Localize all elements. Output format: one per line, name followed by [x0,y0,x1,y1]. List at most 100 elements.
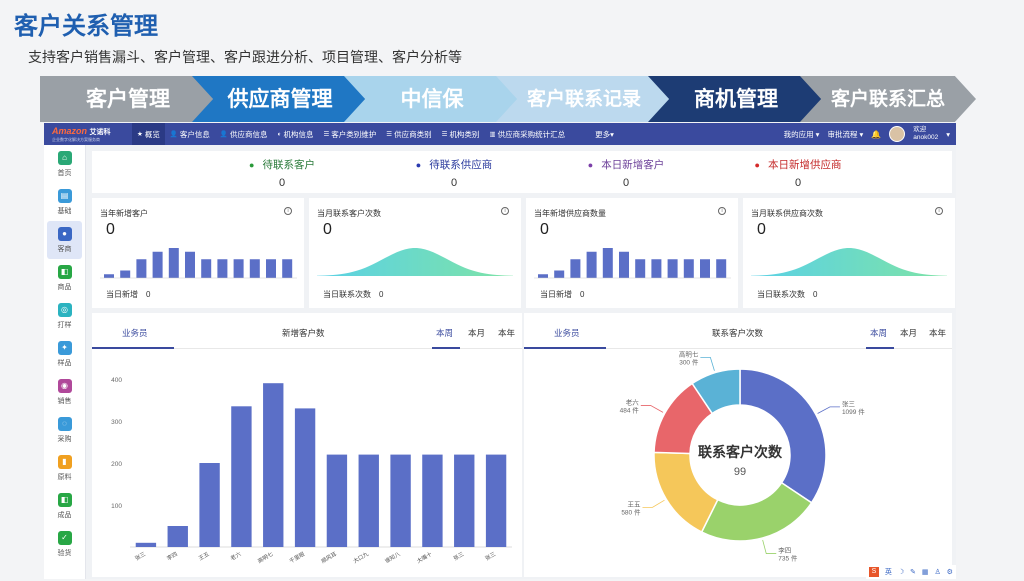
mini-bar [554,270,565,278]
nav-item-label: 更多 [595,129,611,139]
x-tick-label: 老六 [229,550,243,563]
avatar[interactable] [889,126,906,142]
tray-tool-icon[interactable]: ☽ [898,568,904,576]
bar[interactable] [390,454,411,547]
nav-right: 我的应用 ▾ 审批流程 ▾ 🔔 欢迎 anok002 ▾ [784,123,950,145]
pie-slice[interactable] [653,451,719,534]
chevron-down-icon: ▾ [610,129,614,139]
bar[interactable] [485,454,507,547]
nav-icon: ◐ [277,130,282,138]
nav-item[interactable]: ☰ 机构类别 [437,123,485,145]
sidebar-icon: ▤ [57,188,72,203]
sidebar-item[interactable]: ◌ 采购 [47,411,82,449]
bar[interactable] [199,463,220,547]
welcome-label: 欢迎 [913,126,927,133]
approval-menu[interactable]: 审批流程 ▾ [827,129,863,140]
summary-label[interactable]: 待联系客户 [262,159,315,171]
x-tick-label: 张三 [452,550,466,563]
status-dot-icon: ● [587,160,594,170]
nav-item[interactable]: ☰ 供应商类别 [381,123,436,145]
nav-icon: 👤 [169,131,178,138]
bar[interactable] [294,408,316,547]
sidebar-item[interactable]: ✓ 验货 [47,525,82,563]
banner-step: 客户联系汇总 [800,76,976,122]
sidebar-item[interactable]: ◉ 销售 [47,373,82,411]
sidebar-item[interactable]: ◎ 打样 [47,297,82,335]
summary-value: 0 [278,177,286,189]
y-tick-label: 200 [111,461,122,468]
summary-item: ● 待联系供应商 0 [374,157,534,189]
summary-label[interactable]: 待联系供应商 [429,159,492,171]
nav-item[interactable]: 👤 供应商信息 [215,123,273,145]
slice-value-label: 735 件 [778,554,798,563]
slice-value-label: 484 件 [620,406,640,415]
mini-area [751,248,947,276]
slice-value-label: 580 件 [621,507,641,516]
mini-bar [635,259,646,278]
sidebar-item[interactable]: ◧ 成品 [47,487,82,525]
nav-item[interactable]: ☰ 客户类别维护 [318,123,381,145]
bar[interactable] [167,526,188,547]
sidebar-item[interactable]: ▤ 基础 [47,183,82,221]
bar[interactable] [358,454,379,547]
nav-icon: ☰ [323,131,330,138]
bar[interactable] [135,542,157,547]
tray-tool-icon[interactable]: ♙ [934,568,940,576]
slice-name-label: 老六 [626,398,640,407]
sidebar-item-label: 打样 [57,321,72,329]
summary-item: ● 本日新增客户 0 [546,157,706,189]
sidebar-item[interactable]: ▮ 原料 [47,449,82,487]
tray-tool-icon[interactable]: ✎ [910,568,916,576]
nav-item[interactable]: ★ 概览 [132,123,165,145]
nav-item[interactable]: 👤 客户信息 [165,123,215,145]
summary-label[interactable]: 本日新增供应商 [768,159,842,171]
nav-item-label: 供应商采购统计汇总 [497,129,566,139]
sidebar-item[interactable]: ◧ 商品 [47,259,82,297]
bell-icon[interactable]: 🔔 [871,130,881,139]
mini-chart [317,248,513,276]
slide-title: 客户关系管理 [14,12,158,40]
bar[interactable] [231,406,252,547]
sidebar-item-label: 采购 [57,435,72,443]
mini-chart [751,248,947,276]
slice-name-label: 王五 [627,500,641,508]
mini-bar [683,259,694,278]
sidebar-item-label: 验货 [57,549,72,557]
nav-item[interactable]: ◐ 机构信息 [273,123,319,145]
app-logo[interactable]: Amazon 艾诺科 企业数字化解决方案服务商 [44,123,132,145]
chevron-down-icon[interactable]: ▾ [946,130,950,139]
my-apps-label: 我的应用 [783,129,814,139]
sidebar-item[interactable]: ● 客商 [47,221,82,259]
sidebar-item[interactable]: ⌂ 首页 [47,145,82,183]
stat-card: 当年新增客户 i 0 当日新增 0 [92,198,304,308]
tray-tool-icon[interactable]: S [868,567,879,577]
sidebar-item-label: 首页 [57,169,72,177]
sidebar-item-label: 商品 [57,283,72,291]
bar[interactable] [263,383,284,547]
pie-slice[interactable] [739,368,827,504]
bar[interactable] [422,454,443,547]
nav-item[interactable]: 更多 ▾ [588,123,619,145]
label-leader [640,405,664,413]
summary-label[interactable]: 本日新增客户 [601,159,664,171]
tray-tool-icon[interactable]: ⚙ [947,568,953,576]
my-apps-menu[interactable]: 我的应用 ▾ [784,129,820,140]
mini-bar [233,259,244,278]
tray-tool-icon[interactable]: ▦ [922,568,929,576]
nav-item-label: 供应商信息 [230,129,268,139]
mini-bar [282,259,293,278]
x-tick-label: 王五 [198,550,211,562]
mini-bar [104,274,114,278]
bar[interactable] [326,454,348,547]
pie-slice[interactable] [700,481,813,542]
nav-item[interactable]: ▥ 供应商采购统计汇总 [484,123,570,145]
sidebar-item-label: 成品 [57,511,72,519]
tray-tool-icon[interactable]: 英 [885,567,892,577]
nav-item-label: 客户信息 [179,129,210,139]
x-tick-label: 李四 [165,550,179,562]
sidebar-item[interactable]: ✦ 样品 [47,335,82,373]
sidebar-icon: ▮ [57,454,72,469]
x-tick-label: 大口九 [351,550,370,565]
bar[interactable] [454,454,475,547]
user-info[interactable]: 欢迎 anok002 [913,126,938,142]
